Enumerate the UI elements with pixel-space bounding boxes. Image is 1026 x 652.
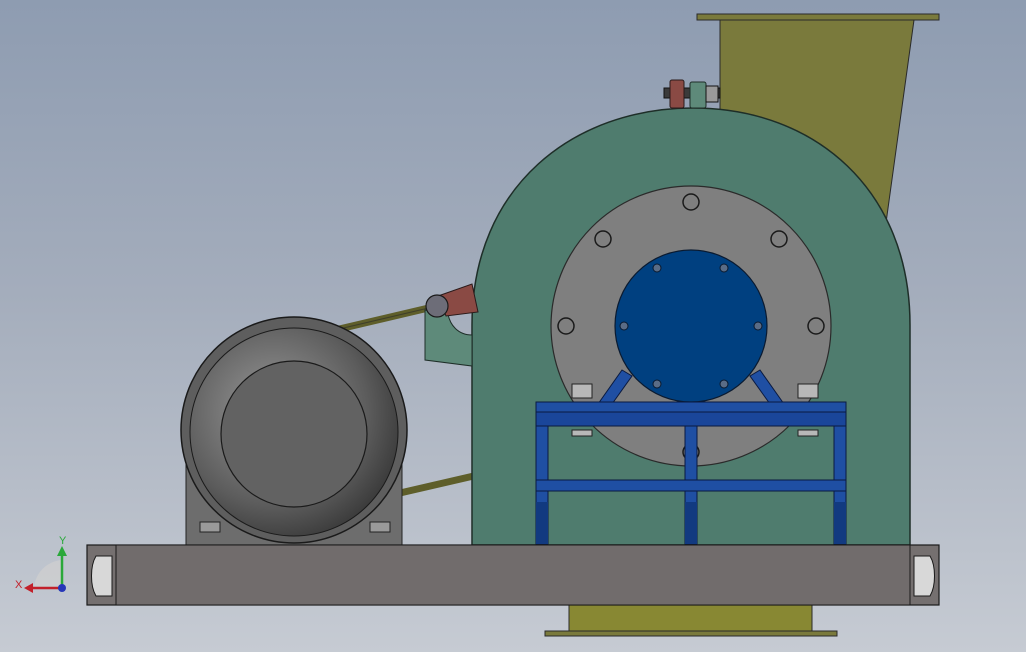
- coordinate-triad: Y X: [15, 535, 67, 593]
- bearing-cover: [614, 249, 768, 403]
- triad-plane: [34, 560, 62, 588]
- discharge-chute: [544, 603, 838, 637]
- model-viewport[interactable]: Y X: [0, 0, 1026, 652]
- x-axis-label: X: [15, 579, 23, 591]
- lifting-lug-right: [913, 555, 935, 597]
- hammer-mill-assembly: Y X: [15, 13, 940, 637]
- electric-motor: [180, 316, 408, 546]
- belt-tensioner: [424, 283, 479, 367]
- z-axis-dot: [58, 584, 66, 592]
- y-axis-label: Y: [59, 535, 67, 547]
- top-adjust-bolt: [663, 79, 721, 109]
- base-skid: [86, 544, 940, 606]
- lifting-lug-left: [91, 555, 113, 597]
- tensioner-pulley: [425, 294, 449, 318]
